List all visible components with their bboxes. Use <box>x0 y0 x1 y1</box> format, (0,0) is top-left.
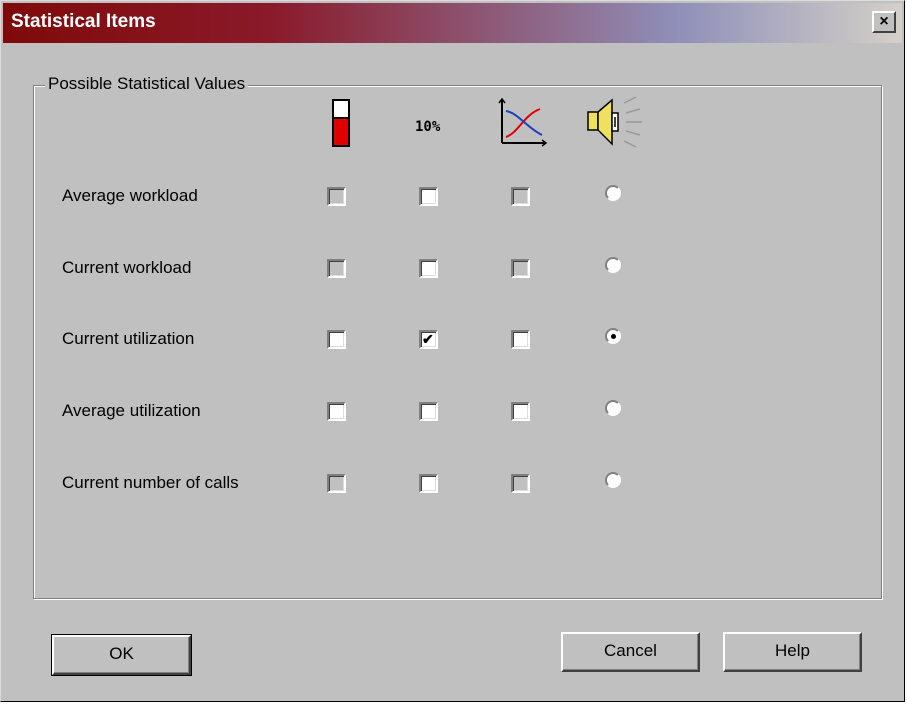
row-label: Current workload <box>62 258 192 277</box>
cancel-button[interactable]: Cancel <box>561 632 700 672</box>
checkbox-col2[interactable] <box>419 402 438 421</box>
checkbox-col3[interactable] <box>511 474 530 493</box>
checkbox-col1[interactable] <box>327 402 346 421</box>
row-label: Current number of calls <box>62 473 239 492</box>
row-label: Average workload <box>62 186 198 205</box>
title-bar[interactable]: Statistical Items × <box>3 3 902 43</box>
dialog-window: Statistical Items × Possible Statistical… <box>0 0 905 702</box>
radio-alert[interactable] <box>605 472 621 488</box>
checkbox-col3[interactable] <box>511 259 530 278</box>
checkbox-col1[interactable] <box>327 330 346 349</box>
checkbox-col3[interactable] <box>511 330 530 349</box>
group-label: Possible Statistical Values <box>45 74 249 94</box>
speaker-icon <box>584 95 646 154</box>
radio-alert[interactable] <box>605 328 621 344</box>
close-icon: × <box>879 13 889 30</box>
percent-text-icon: 10% <box>415 119 441 135</box>
close-button[interactable]: × <box>872 11 896 33</box>
radio-dot-icon <box>611 334 616 339</box>
checkbox-col2[interactable]: ✔ <box>419 330 438 349</box>
radio-alert[interactable] <box>605 400 621 416</box>
checkbox-col2[interactable] <box>419 187 438 206</box>
checkbox-col1[interactable] <box>327 259 346 278</box>
window-title: Statistical Items <box>11 11 156 32</box>
radio-alert[interactable] <box>605 257 621 273</box>
row-label: Current utilization <box>62 329 195 348</box>
checkbox-col1[interactable] <box>327 474 346 493</box>
ok-button[interactable]: OK <box>51 634 192 676</box>
checkbox-col2[interactable] <box>419 259 438 278</box>
radio-alert[interactable] <box>605 185 621 201</box>
row-label: Average utilization <box>62 401 201 420</box>
checkbox-col1[interactable] <box>327 187 346 206</box>
checkbox-col3[interactable] <box>511 187 530 206</box>
line-graph-icon <box>498 97 548 152</box>
checkbox-col3[interactable] <box>511 402 530 421</box>
help-button[interactable]: Help <box>723 632 862 672</box>
checkmark-icon: ✔ <box>422 331 434 347</box>
checkbox-col2[interactable] <box>419 474 438 493</box>
thermometer-bar-icon <box>332 99 352 154</box>
